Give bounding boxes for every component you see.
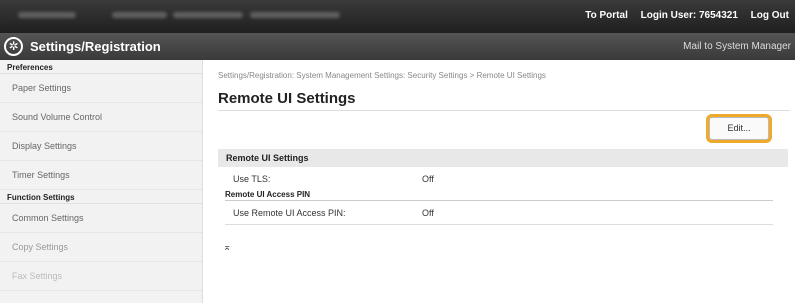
- header-bar: ✲ Settings/Registration Mail to System M…: [0, 33, 795, 60]
- breadcrumb: Settings/Registration: System Management…: [218, 71, 546, 80]
- sidebar-item-copy-settings[interactable]: Copy Settings: [0, 233, 202, 262]
- edit-button[interactable]: Edit...: [709, 117, 769, 140]
- blurred-address-segment: [250, 12, 340, 18]
- sidebar-item-display-settings[interactable]: Display Settings: [0, 132, 202, 161]
- page-title: Remote UI Settings: [218, 90, 356, 107]
- sidebar-item-common-settings[interactable]: Common Settings: [0, 204, 202, 233]
- login-user-label: Login User: 7654321: [640, 10, 738, 21]
- subsection-header-access-pin: Remote UI Access PIN: [225, 190, 773, 201]
- portal-link[interactable]: To Portal: [585, 10, 628, 21]
- gear-icon: ✲: [4, 37, 23, 56]
- blurred-address-segment: [173, 12, 243, 18]
- sidebar-item-timer-settings[interactable]: Timer Settings: [0, 161, 202, 190]
- blurred-address-segment: [18, 12, 76, 18]
- title-divider: [218, 110, 790, 111]
- back-to-top-icon[interactable]: ⌅: [223, 242, 231, 253]
- setting-label: Use TLS:: [233, 174, 271, 184]
- main-content: Settings/Registration: System Management…: [203, 60, 795, 303]
- top-bar: To Portal Login User: 7654321 Log Out: [0, 0, 795, 33]
- page-header-title: Settings/Registration: [30, 39, 161, 54]
- setting-label: Use Remote UI Access PIN:: [233, 208, 346, 218]
- sidebar-section-function-settings: Function Settings: [0, 190, 202, 204]
- setting-value: Off: [422, 208, 434, 218]
- sidebar-item-fax-settings[interactable]: Fax Settings: [0, 262, 202, 291]
- row-divider: [225, 224, 773, 225]
- sidebar-section-preferences: Preferences: [0, 60, 202, 74]
- section-header-remote-ui-settings: Remote UI Settings: [218, 149, 788, 167]
- sidebar-item-sound-volume-control[interactable]: Sound Volume Control: [0, 103, 202, 132]
- mail-to-system-manager-link[interactable]: Mail to System Manager: [683, 41, 791, 52]
- blurred-address-segment: [112, 12, 167, 18]
- sidebar: Preferences Paper Settings Sound Volume …: [0, 60, 203, 303]
- setting-value: Off: [422, 174, 434, 184]
- logout-link[interactable]: Log Out: [751, 10, 789, 21]
- sidebar-item-paper-settings[interactable]: Paper Settings: [0, 74, 202, 103]
